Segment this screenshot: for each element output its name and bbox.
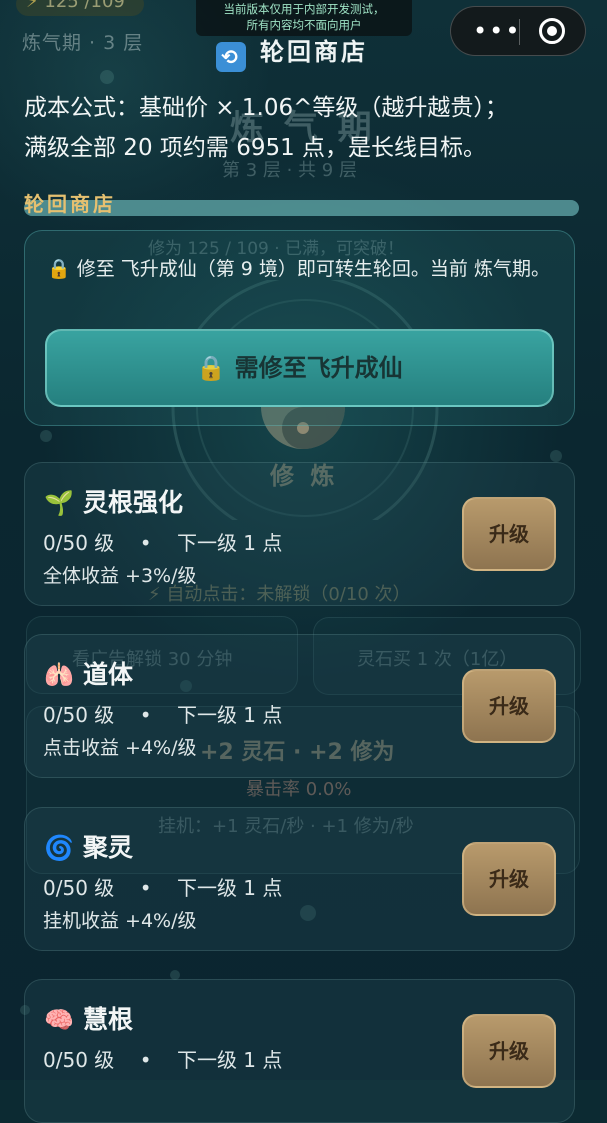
dev-notice-line1: 当前版本仅用于内部开发测试， bbox=[223, 2, 385, 16]
realm-label: 炼气期 · 3 层 bbox=[22, 32, 144, 54]
ambient-dot bbox=[550, 450, 562, 462]
bg-crit: 暴击率 0.0% bbox=[246, 779, 352, 800]
item-title: 🌀 聚灵 bbox=[43, 828, 133, 864]
item-next-cost: 下一级 1 点 bbox=[176, 703, 283, 727]
item-name: 慧根 bbox=[83, 1005, 134, 1034]
item-level-row: 0/50 级 • 下一级 1 点 bbox=[43, 527, 282, 556]
upgrade-button[interactable]: 升级 bbox=[462, 669, 556, 743]
ambient-dot bbox=[40, 430, 52, 442]
upgrade-button[interactable]: 升级 bbox=[462, 497, 556, 571]
swirl-icon: 🌀 bbox=[44, 834, 74, 862]
item-level: 0/50 级 bbox=[43, 531, 115, 555]
dev-notice: 当前版本仅用于内部开发测试， 所有内容均不面向用户 bbox=[196, 0, 412, 36]
item-level: 0/50 级 bbox=[43, 703, 115, 727]
rebirth-locked-button[interactable]: 🔒 需修至飞升成仙 bbox=[45, 329, 554, 407]
item-next-cost: 下一级 1 点 bbox=[176, 531, 283, 555]
stat-pill: ⚡ 125 /109 bbox=[16, 0, 144, 16]
item-next-cost: 下一级 1 点 bbox=[176, 1048, 283, 1072]
item-effect: 点击收益 +4%/级 bbox=[43, 737, 197, 759]
item-title: 🧠 慧根 bbox=[43, 1000, 133, 1036]
cost-formula: 成本公式：基础价 × 1.06^等级（越升越贵）； 满级全部 20 项约需 69… bbox=[24, 88, 594, 168]
shop-item: 🫁 道体 0/50 级 • 下一级 1 点 点击收益 +4%/级 升级 bbox=[24, 634, 575, 778]
shop-item: 🌀 聚灵 0/50 级 • 下一级 1 点 挂机收益 +4%/级 升级 bbox=[24, 807, 575, 951]
rebirth-lock-card: 🔒 修至 飞升成仙（第 9 境）即可转生轮回。当前 炼气期。 🔒 需修至飞升成仙 bbox=[24, 230, 575, 426]
section-title: 轮回商店 bbox=[24, 192, 116, 216]
upgrade-button[interactable]: 升级 bbox=[462, 842, 556, 916]
page-title-text: 轮回商店 bbox=[260, 38, 368, 66]
item-effect: 全体收益 +3%/级 bbox=[43, 565, 197, 587]
item-next-cost: 下一级 1 点 bbox=[176, 876, 283, 900]
item-level-row: 0/50 级 • 下一级 1 点 bbox=[43, 699, 282, 728]
upgrade-button[interactable]: 升级 bbox=[462, 1014, 556, 1088]
formula-line2: 满级全部 20 项约需 6951 点，是长线目标。 bbox=[24, 135, 487, 161]
item-name: 灵根强化 bbox=[83, 488, 184, 517]
stat-value: 125 /109 bbox=[44, 0, 125, 12]
lungs-icon: 🫁 bbox=[44, 661, 74, 689]
formula-line1: 成本公式：基础价 × 1.06^等级（越升越贵）； bbox=[24, 95, 508, 121]
separator-dot: • bbox=[139, 1048, 152, 1072]
lightning-icon: ⚡ bbox=[26, 0, 39, 12]
item-title: 🫁 道体 bbox=[43, 655, 133, 691]
separator-dot: • bbox=[139, 703, 152, 727]
separator-dot: • bbox=[139, 876, 152, 900]
capsule-divider bbox=[519, 19, 520, 45]
repeat-icon: ⟲ bbox=[216, 42, 246, 72]
page-title: ⟲ 轮回商店 bbox=[216, 32, 368, 72]
item-title: 🌱 灵根强化 bbox=[43, 483, 183, 519]
item-level-row: 0/50 级 • 下一级 1 点 bbox=[43, 1044, 282, 1073]
lock-notice: 🔒 修至 飞升成仙（第 9 境）即可转生轮回。当前 炼气期。 bbox=[47, 258, 550, 280]
dev-notice-line2: 所有内容均不面向用户 bbox=[246, 18, 362, 32]
brain-icon: 🧠 bbox=[44, 1006, 74, 1034]
shop-item: 🧠 慧根 0/50 级 • 下一级 1 点 升级 bbox=[24, 979, 575, 1123]
separator-dot: • bbox=[139, 531, 152, 555]
item-effect: 挂机收益 +4%/级 bbox=[43, 910, 197, 932]
shop-item: 🌱 灵根强化 0/50 级 • 下一级 1 点 全体收益 +3%/级 升级 bbox=[24, 462, 575, 606]
seedling-icon: 🌱 bbox=[44, 489, 74, 517]
item-level: 0/50 级 bbox=[43, 1048, 115, 1072]
item-name: 聚灵 bbox=[83, 833, 134, 862]
mini-program-capsule: ••• bbox=[450, 6, 586, 56]
more-menu-icon[interactable]: ••• bbox=[473, 16, 521, 46]
ambient-dot bbox=[100, 70, 114, 84]
item-level-row: 0/50 级 • 下一级 1 点 bbox=[43, 872, 282, 901]
item-name: 道体 bbox=[83, 660, 134, 689]
item-level: 0/50 级 bbox=[43, 876, 115, 900]
close-program-icon[interactable] bbox=[539, 18, 565, 44]
